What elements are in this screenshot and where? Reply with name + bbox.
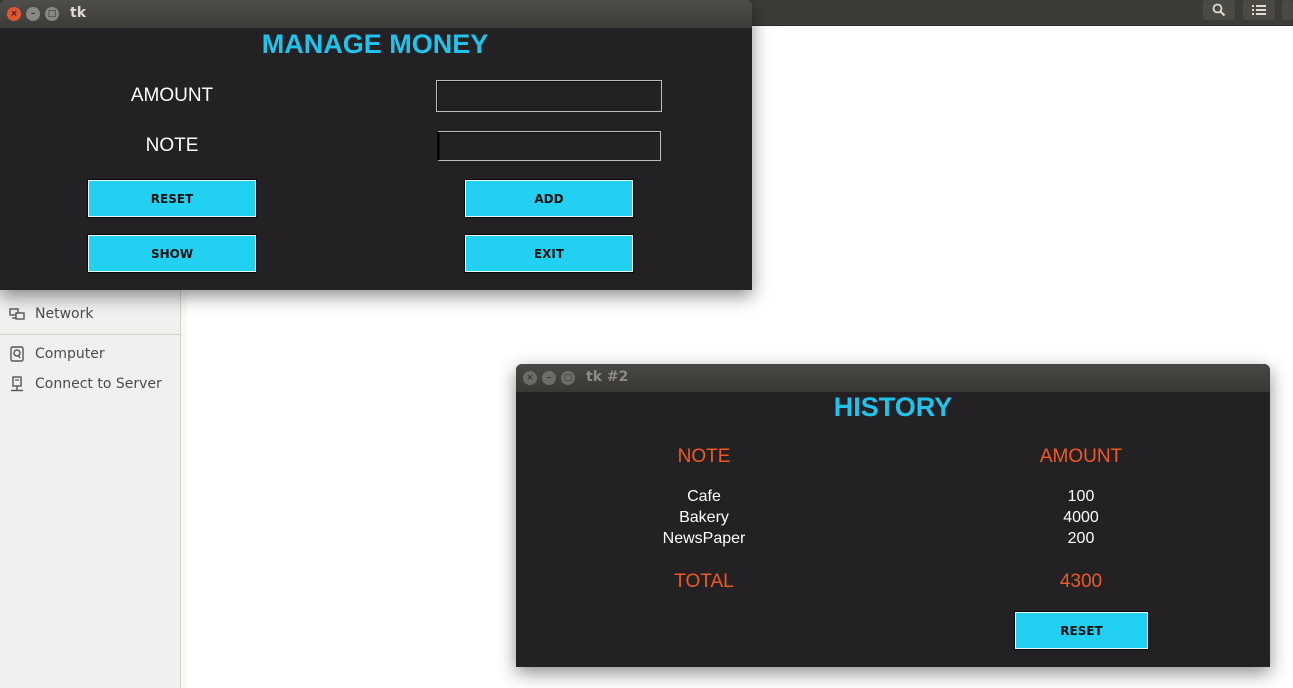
total-value: 4300: [1059, 571, 1103, 592]
minimize-icon[interactable]: –: [542, 371, 556, 385]
history-amount-cell: 200: [1067, 530, 1095, 547]
exit-button[interactable]: EXIT: [464, 234, 634, 273]
sidebar-item-label: Computer: [35, 346, 105, 362]
amount-column-header: AMOUNT: [1039, 446, 1123, 467]
maximize-icon[interactable]: □: [45, 7, 59, 21]
window-titlebar[interactable]: × – □ tk: [0, 0, 752, 28]
close-icon[interactable]: ×: [523, 371, 537, 385]
sidebar-item-label: Connect to Server: [35, 376, 162, 392]
sidebar-divider: [0, 334, 180, 335]
list-view-icon[interactable]: [1243, 0, 1275, 20]
history-amount-cell: 4000: [1063, 509, 1099, 526]
amount-label: AMOUNT: [130, 85, 214, 106]
close-icon[interactable]: ×: [7, 7, 21, 21]
amount-field[interactable]: [436, 80, 662, 112]
menu-icon[interactable]: [1282, 0, 1293, 20]
history-note-cell: NewsPaper: [662, 530, 746, 547]
manage-money-window: × – □ tk MANAGE MONEY AMOUNT NOTE RESET …: [0, 0, 752, 290]
page-title: MANAGE MONEY: [261, 29, 489, 59]
window-titlebar[interactable]: × – □ tk #2: [516, 364, 1270, 392]
history-amount-cell: 100: [1067, 488, 1095, 505]
note-column-header: NOTE: [677, 446, 731, 467]
sidebar-item-computer[interactable]: Computer: [0, 342, 180, 366]
server-icon: [9, 376, 25, 392]
computer-icon: [9, 346, 25, 362]
note-field[interactable]: [437, 131, 661, 161]
show-button[interactable]: SHOW: [87, 234, 257, 273]
sidebar-item-connect-to-server[interactable]: Connect to Server: [0, 372, 180, 396]
network-icon: [9, 306, 25, 322]
maximize-icon[interactable]: □: [561, 371, 575, 385]
history-title: HISTORY: [833, 392, 953, 422]
note-label: NOTE: [145, 135, 199, 156]
sidebar-item-network[interactable]: Network: [0, 302, 180, 326]
window-title: tk #2: [586, 369, 629, 385]
history-reset-button[interactable]: RESET: [1014, 611, 1149, 650]
add-button[interactable]: ADD: [464, 179, 634, 218]
total-label: TOTAL: [674, 571, 734, 592]
history-note-cell: Bakery: [679, 509, 729, 526]
window-title: tk: [70, 5, 87, 21]
minimize-icon[interactable]: –: [26, 7, 40, 21]
search-icon[interactable]: [1203, 0, 1235, 20]
reset-button[interactable]: RESET: [87, 179, 257, 218]
sidebar-item-label: Network: [35, 306, 94, 322]
history-note-cell: Cafe: [687, 488, 721, 505]
history-window: × – □ tk #2 HISTORY NOTE AMOUNT Cafe 100…: [516, 364, 1270, 667]
